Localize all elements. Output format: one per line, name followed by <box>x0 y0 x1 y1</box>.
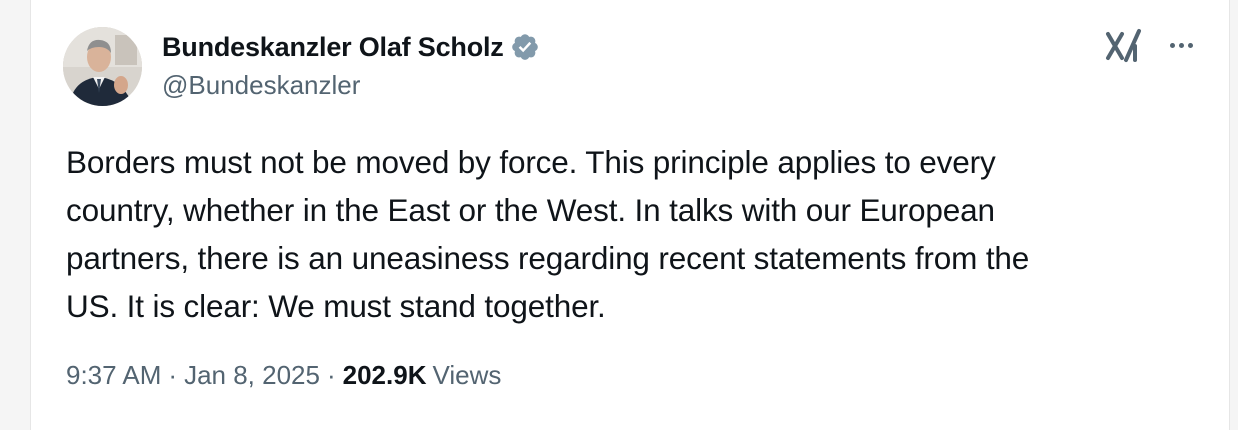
tweet-card: Bundeskanzler Olaf Scholz @Bundeskanzler <box>30 0 1230 430</box>
more-options-icon[interactable] <box>1163 30 1199 60</box>
separator: · <box>168 360 178 390</box>
tweet-date[interactable]: Jan 8, 2025 <box>184 360 320 391</box>
avatar[interactable] <box>63 27 142 106</box>
dot <box>1178 42 1184 48</box>
tweet-text: Borders must not be moved by force. This… <box>66 144 1030 324</box>
verified-badge-icon[interactable] <box>510 32 540 62</box>
views-label[interactable]: Views <box>432 360 501 391</box>
dot <box>1169 42 1175 48</box>
tweet-meta: 9:37 AM · Jan 8, 2025 · 202.9K Views <box>66 360 501 391</box>
dot <box>1187 42 1193 48</box>
separator: · <box>326 360 336 390</box>
page: Bundeskanzler Olaf Scholz @Bundeskanzler <box>0 0 1238 430</box>
avatar-photo <box>63 27 142 106</box>
tweet-time[interactable]: 9:37 AM <box>66 360 161 391</box>
name-row: Bundeskanzler Olaf Scholz <box>162 29 540 65</box>
handle[interactable]: @Bundeskanzler <box>162 70 540 101</box>
grok-icon[interactable] <box>1104 28 1144 64</box>
author-block: Bundeskanzler Olaf Scholz @Bundeskanzler <box>162 29 540 101</box>
display-name[interactable]: Bundeskanzler Olaf Scholz <box>162 32 504 63</box>
views-count[interactable]: 202.9K <box>343 360 427 391</box>
